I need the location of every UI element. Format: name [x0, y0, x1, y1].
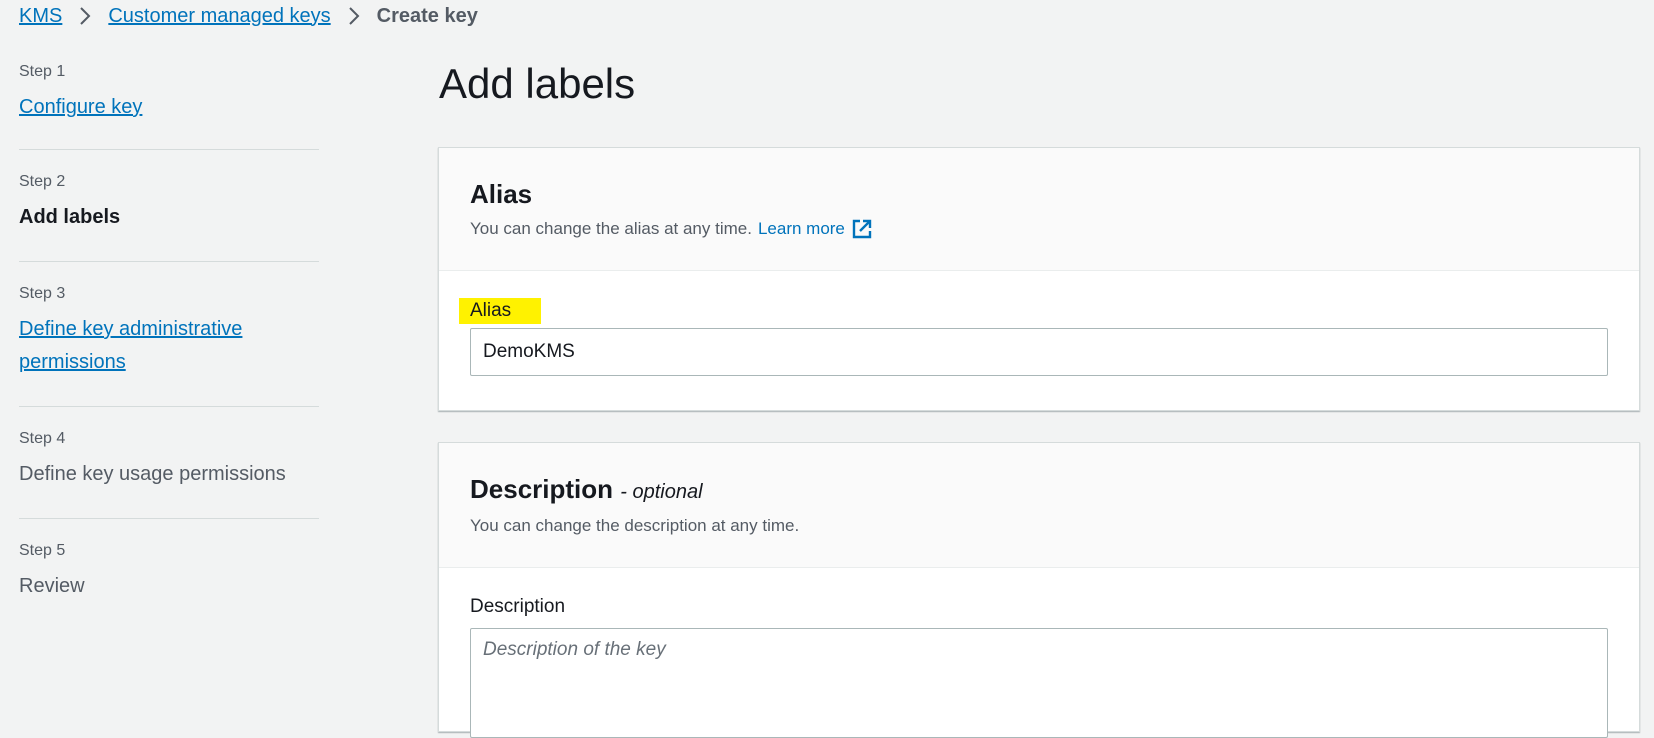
chevron-right-icon	[78, 6, 92, 26]
breadcrumb-customer-managed-keys[interactable]: Customer managed keys	[108, 5, 330, 28]
breadcrumb-current: Create key	[376, 4, 478, 27]
description-help: You can change the description at any ti…	[470, 516, 800, 535]
wizard-steps: Step 1 Configure key Step 2 Add labels S…	[19, 54, 319, 603]
description-textarea[interactable]	[470, 628, 1608, 738]
breadcrumb-kms[interactable]: KMS	[19, 5, 62, 28]
step-review: Review	[19, 575, 85, 597]
step-define-usage-permissions: Define key usage permissions	[19, 463, 286, 485]
step-number: Step 4	[19, 430, 66, 447]
chevron-right-icon	[347, 6, 361, 26]
step-link-configure-key[interactable]: Configure key	[19, 96, 142, 118]
page-title: Add labels	[439, 60, 636, 107]
description-heading-text: Description	[470, 474, 614, 504]
step-number: Step 1	[19, 63, 66, 80]
description-field-label: Description	[470, 596, 566, 617]
alias-panel-header: Alias You can change the alias at any ti…	[439, 148, 1639, 271]
wizard-step-4: Step 4 Define key usage permissions	[19, 407, 319, 519]
wizard-step-2: Step 2 Add labels	[19, 150, 319, 262]
alias-panel: Alias You can change the alias at any ti…	[438, 147, 1640, 411]
description-panel: Description - optional You can change th…	[438, 442, 1640, 738]
alias-field-label: Alias	[459, 298, 542, 324]
breadcrumb: KMS Customer managed keys Create key	[19, 2, 478, 30]
external-link-icon[interactable]	[851, 218, 873, 240]
wizard-step-5: Step 5 Review	[19, 519, 319, 603]
step-current-add-labels: Add labels	[19, 206, 121, 228]
step-number: Step 3	[19, 285, 66, 302]
description-heading: Description - optional	[470, 473, 1609, 508]
step-link-define-admin-permissions[interactable]: Define key administrative permissions	[19, 313, 289, 379]
alias-description-text: You can change the alias at any time.	[470, 219, 752, 238]
alias-heading: Alias	[470, 179, 533, 209]
alias-panel-body: Alias	[439, 271, 1639, 376]
step-number: Step 2	[19, 173, 66, 190]
wizard-step-3: Step 3 Define key administrative permiss…	[19, 262, 319, 407]
alias-description: You can change the alias at any time. Le…	[470, 218, 1609, 240]
step-number: Step 5	[19, 542, 66, 559]
description-panel-header: Description - optional You can change th…	[439, 443, 1639, 568]
alias-input[interactable]	[470, 328, 1608, 376]
description-panel-body: Description	[439, 568, 1639, 738]
optional-label: - optional	[620, 481, 703, 503]
learn-more-link[interactable]: Learn more	[758, 219, 845, 239]
wizard-step-1: Step 1 Configure key	[19, 54, 319, 150]
